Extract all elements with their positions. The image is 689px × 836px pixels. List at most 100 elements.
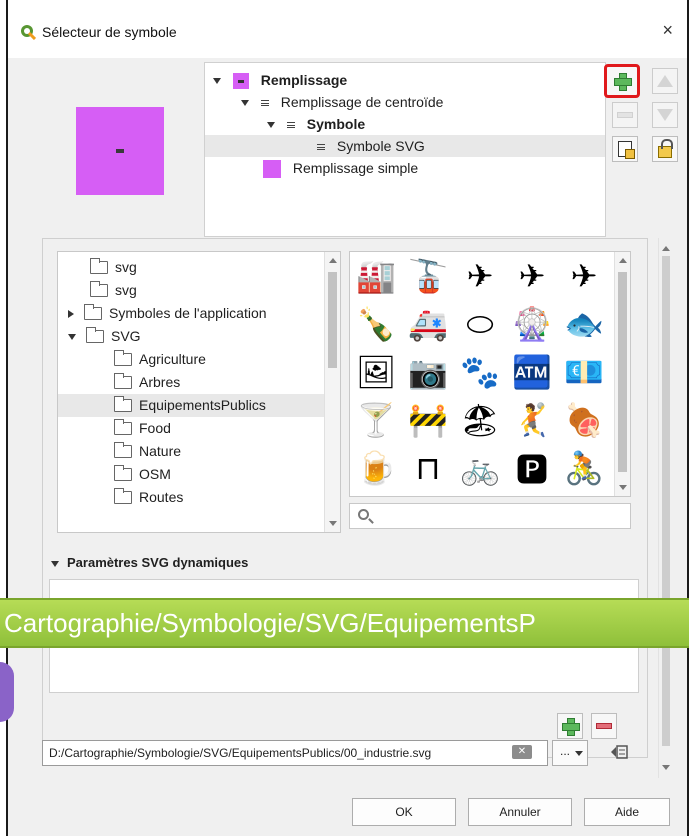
add-icon [562,718,580,736]
folder-icon [90,257,108,274]
folder-icon [114,372,132,389]
bench-icon[interactable]: ⊓ [408,448,448,488]
layer-row-simple-fill[interactable]: Remplissage simple [263,157,418,179]
bicycle-parking-icon[interactable]: 🅿 [512,448,552,489]
remove-layer-button[interactable] [612,102,638,128]
scroll-thumb[interactable] [662,256,670,746]
browse-button[interactable]: ... [552,740,588,766]
collapse-arrow-icon[interactable] [68,334,76,341]
cable-car-icon[interactable]: 🚡 [408,256,448,296]
beer-icon[interactable]: 🍺 [356,448,396,488]
svg-search-input[interactable] [350,504,630,528]
folder-row[interactable]: svg [58,256,326,279]
dialog-scrollbar[interactable] [658,238,672,778]
folder-row[interactable]: Routes [58,486,326,509]
folder-icon [114,441,132,458]
expand-arrow-icon[interactable] [241,100,249,107]
folder-row[interactable]: Arbres [58,371,326,394]
barbecue-icon[interactable]: 🍖 [564,400,604,440]
symbol-layer-tree: Remplissage Remplissage de centroïde Sym… [204,62,606,237]
folder-row[interactable]: Symboles de l'application [58,302,326,325]
camera-icon[interactable]: 📷 [408,352,448,392]
remove-icon [596,723,612,729]
bicycle-icon[interactable]: 🚲 [460,448,500,488]
ambulance-icon[interactable]: 🚑 [408,304,448,344]
dynamic-params-title: Paramètres SVG dynamiques [67,555,249,570]
icon-grid-scrollbar[interactable] [614,252,630,496]
layer-row-remplissage[interactable]: Remplissage [213,69,347,91]
ok-button[interactable]: OK [352,798,456,826]
folder-label: Agriculture [139,351,206,367]
symbol-preview [76,107,164,195]
bar-icon[interactable]: 🍸 [356,400,396,440]
folder-row[interactable]: Nature [58,440,326,463]
svg-marker-panel: svg svg Symboles de l'application SVG Ag… [42,238,648,758]
clear-icon[interactable]: ✕ [512,745,532,759]
layer-row-svg-symbol[interactable]: Symbole SVG [205,135,605,157]
centroid-layer-icon [260,100,269,107]
airplane-icon[interactable]: ✈ [512,256,552,296]
cancel-button[interactable]: Annuler [468,798,572,826]
expand-arrow-icon[interactable] [213,78,221,85]
sport-icon[interactable]: 🤾 [512,400,552,440]
banknote-icon[interactable]: 💶 [564,352,604,392]
add-param-button[interactable] [557,713,583,739]
svg-search-box[interactable] [349,503,631,529]
atm-icon[interactable]: 🏧 [512,352,552,392]
scroll-down-icon[interactable] [662,765,670,770]
scroll-thumb[interactable] [328,272,337,368]
scroll-up-icon[interactable] [619,258,627,263]
centroid-marker-icon [116,149,124,153]
collapse-arrow-icon[interactable] [51,560,59,567]
layer-row-symbole[interactable]: Symbole [267,113,365,135]
background-shape [0,662,14,722]
add-layer-button[interactable] [604,64,640,98]
aquarium-icon[interactable]: 🐟 [564,304,604,344]
lock-color-button[interactable] [652,136,678,162]
ferris-wheel-icon[interactable]: 🎡 [512,304,552,344]
stadium-icon[interactable]: ⬭ [460,304,500,344]
folder-icon [84,303,102,320]
layer-label: Remplissage de centroïde [280,94,444,110]
scroll-down-icon[interactable] [619,485,627,490]
folder-row[interactable]: Food [58,417,326,440]
folder-row[interactable]: svg [58,279,326,302]
remove-param-button[interactable] [591,713,617,739]
help-button[interactable]: Aide [584,798,670,826]
gallery-icon[interactable]: 🖼 [356,352,397,392]
bottle-icon[interactable]: 🍾 [356,304,396,344]
symbol-preview-area: Remplissage Remplissage de centroïde Sym… [8,58,687,238]
folder-tree-scrollbar[interactable] [324,252,340,532]
move-up-button[interactable] [652,68,678,94]
industry-icon[interactable]: 🏭 [356,256,396,296]
close-icon[interactable]: × [662,20,673,41]
svg-folder-tree: svg svg Symboles de l'application SVG Ag… [57,251,341,533]
data-defined-override-icon[interactable] [608,741,630,763]
add-layer-icon [614,73,632,91]
expand-arrow-icon[interactable] [267,122,275,129]
move-down-button[interactable] [652,102,678,128]
scroll-thumb[interactable] [618,272,627,472]
scroll-down-icon[interactable] [329,521,337,526]
dynamic-params-header[interactable]: Paramètres SVG dynamiques [51,555,248,570]
folder-row[interactable]: SVG [58,325,326,348]
bear-paw-icon[interactable]: 🐾 [460,352,500,392]
layer-row-centroid-fill[interactable]: Remplissage de centroïde [241,91,443,113]
folder-row[interactable]: OSM [58,463,326,486]
expand-arrow-icon[interactable] [68,310,74,319]
folder-row[interactable]: Agriculture [58,348,326,371]
layer-label: Symbole SVG [336,138,425,154]
svg-path-field[interactable]: D:/Cartographie/Symbologie/SVG/Equipemen… [42,740,548,766]
beach-icon[interactable]: 🏖 [460,400,501,440]
folder-label: Food [139,420,171,436]
scroll-up-icon[interactable] [329,258,337,263]
airport-icon[interactable]: ✈ [460,256,500,296]
aircraft-icon[interactable]: ✈ [564,256,604,296]
cyclist-icon[interactable]: 🚴 [564,448,604,488]
folder-row[interactable]: EquipementsPublics [58,394,326,417]
duplicate-layer-button[interactable] [612,136,638,162]
remove-layer-icon [617,112,633,118]
barrier-icon[interactable]: 🚧 [408,400,448,440]
scroll-up-icon[interactable] [662,246,670,251]
dropdown-arrow-icon[interactable] [575,751,583,756]
